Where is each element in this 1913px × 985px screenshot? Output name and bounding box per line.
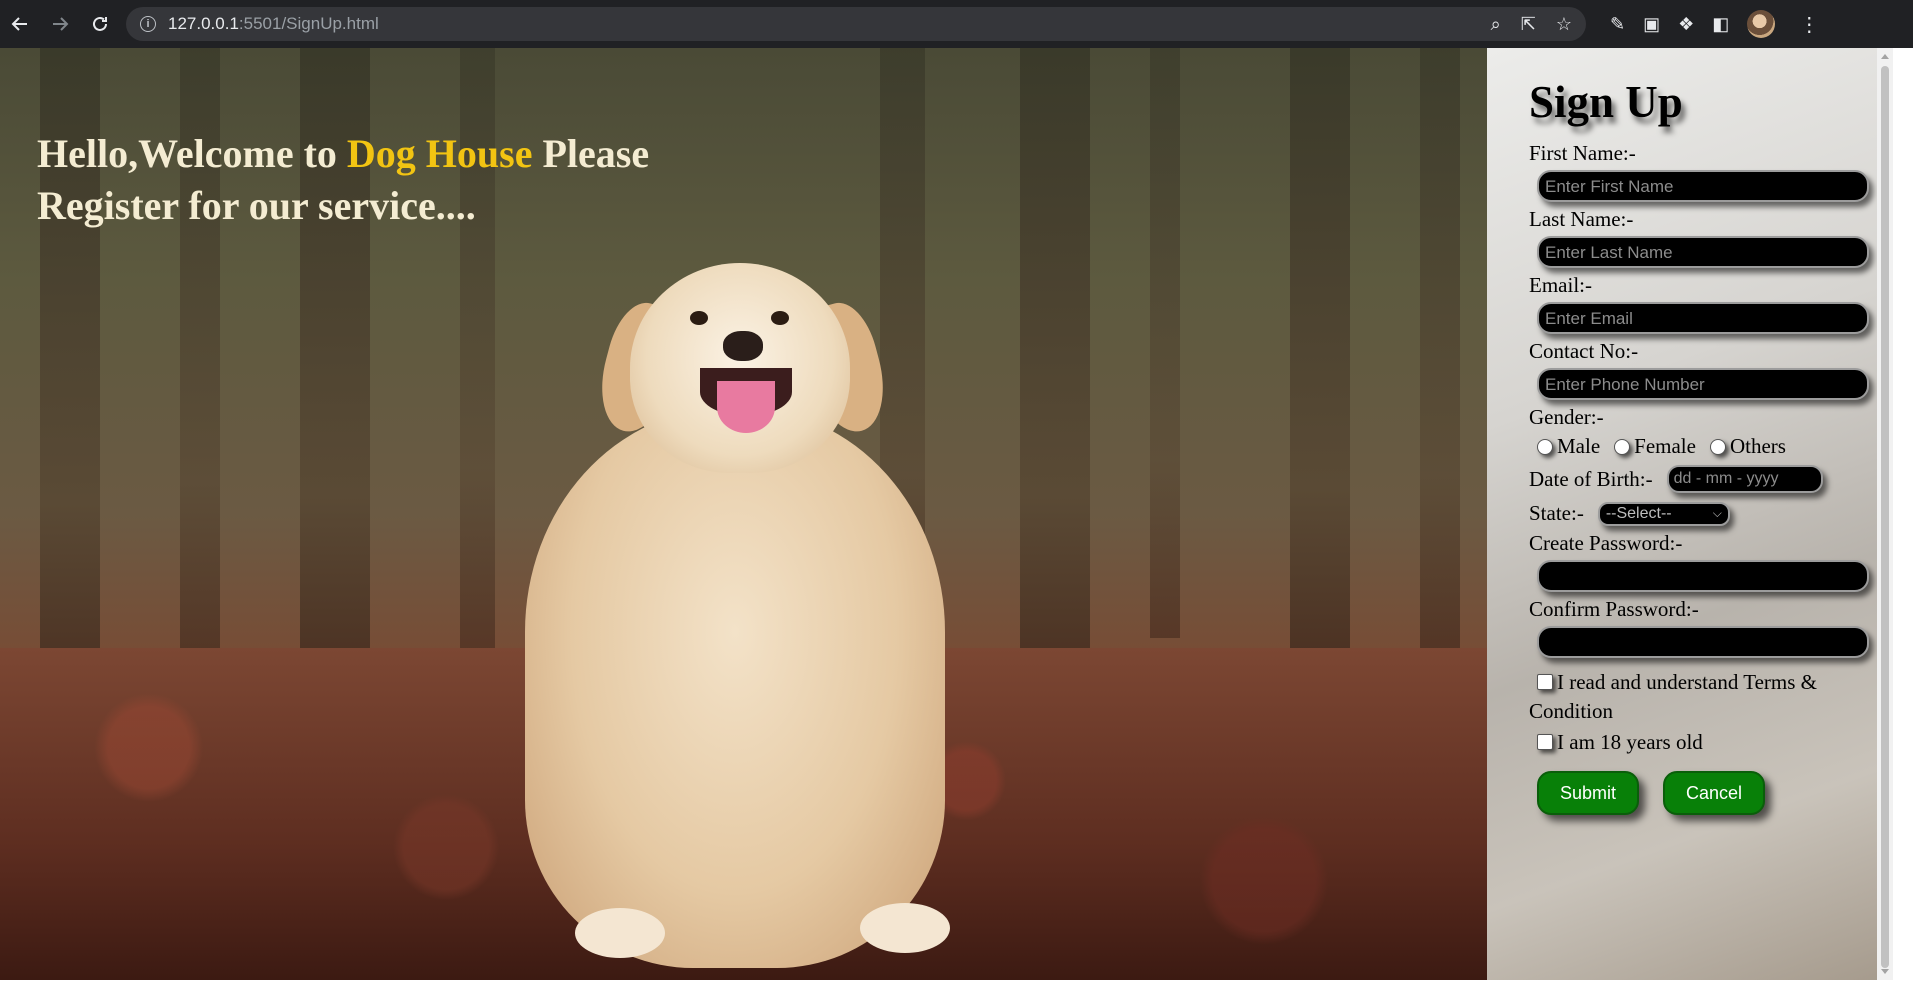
url-path: :5501/SignUp.html: [238, 14, 379, 33]
browser-toolbar: i 127.0.0.1:5501/SignUp.html ⌕ ⇱ ☆ ✎ ▣ ❖…: [0, 0, 1913, 48]
terms-text: I read and understand Terms & Condition: [1529, 670, 1817, 723]
confirm-password-label: Confirm Password:-: [1529, 597, 1699, 621]
back-button[interactable]: [0, 4, 40, 44]
terms-checkbox[interactable]: [1537, 674, 1553, 690]
email-label: Email:-: [1529, 273, 1592, 297]
signup-form: Sign Up First Name:- Enter First Name La…: [1487, 48, 1893, 980]
dog-eye-left: [690, 311, 708, 325]
gender-female-label: Female: [1634, 434, 1696, 458]
age-checkbox[interactable]: [1537, 734, 1553, 750]
first-name-input[interactable]: Enter First Name: [1537, 170, 1869, 202]
arrow-right-icon: [53, 17, 69, 31]
dog-body: [525, 408, 945, 968]
age-text: I am 18 years old: [1557, 730, 1703, 754]
terms-row: I read and understand Terms & Condition: [1529, 668, 1859, 726]
state-select[interactable]: --Select-- ⌵: [1597, 501, 1730, 526]
create-password-input[interactable]: [1537, 560, 1869, 592]
welcome-heading: Hello,Welcome to Dog House Please Regist…: [37, 128, 757, 232]
form-title: Sign Up: [1529, 77, 1683, 127]
age-row: I am 18 years old: [1529, 728, 1893, 757]
welcome-prefix: Hello,Welcome to: [37, 131, 347, 176]
dog-nose: [723, 331, 763, 361]
zoom-icon[interactable]: ⌕: [1491, 14, 1501, 35]
hero-image: Hello,Welcome to Dog House Please Regist…: [0, 48, 1487, 980]
dob-input[interactable]: dd - mm - yyyy: [1666, 465, 1823, 493]
extension-pen-icon[interactable]: ✎: [1610, 14, 1625, 35]
confirm-password-input[interactable]: [1537, 626, 1869, 658]
extension-whatsapp-icon[interactable]: ▣: [1643, 14, 1660, 35]
reload-button[interactable]: [80, 4, 120, 44]
state-selected-value: --Select--: [1605, 504, 1672, 522]
gender-option-others[interactable]: Others: [1709, 434, 1786, 459]
gender-others-label: Others: [1729, 434, 1786, 458]
forward-button[interactable]: [40, 4, 80, 44]
gender-option-male[interactable]: Male: [1537, 434, 1600, 459]
reload-icon: [93, 16, 107, 31]
extensions-puzzle-icon[interactable]: ❖: [1678, 14, 1694, 35]
contact-label: Contact No:-: [1529, 339, 1639, 363]
gender-options: Male Female Others: [1537, 434, 1893, 459]
dog-paw-right: [860, 903, 950, 953]
radio-female[interactable]: [1614, 438, 1631, 455]
last-name-input[interactable]: Enter Last Name: [1537, 236, 1869, 268]
page-scrollbar[interactable]: [1877, 48, 1893, 980]
dog-tongue: [717, 381, 775, 433]
dog-paw-left: [575, 908, 665, 958]
site-info-icon[interactable]: i: [140, 16, 156, 32]
gender-label: Gender:-: [1529, 405, 1604, 429]
address-bar[interactable]: i 127.0.0.1:5501/SignUp.html ⌕ ⇱ ☆: [126, 7, 1586, 41]
scroll-up-icon[interactable]: [1881, 54, 1889, 59]
url-host: 127.0.0.1: [168, 14, 239, 33]
last-name-label: Last Name:-: [1529, 207, 1634, 231]
radio-male[interactable]: [1537, 438, 1553, 455]
dog-eye-right: [771, 311, 789, 325]
gender-male-label: Male: [1557, 434, 1601, 458]
phone-input[interactable]: Enter Phone Number: [1537, 368, 1869, 400]
cancel-button[interactable]: Cancel: [1663, 771, 1765, 815]
menu-kebab-icon[interactable]: ⋮: [1799, 12, 1819, 37]
scrollbar-thumb[interactable]: [1881, 66, 1889, 968]
side-panel-icon[interactable]: ◧: [1712, 14, 1729, 35]
create-password-label: Create Password:-: [1529, 531, 1683, 555]
scroll-down-icon[interactable]: [1881, 969, 1889, 974]
bookmark-star-icon[interactable]: ☆: [1556, 14, 1572, 35]
signup-page: Hello,Welcome to Dog House Please Regist…: [0, 48, 1913, 980]
dob-label: Date of Birth:-: [1529, 466, 1653, 491]
form-actions: Submit Cancel: [1537, 771, 1893, 815]
profile-avatar[interactable]: [1747, 10, 1776, 38]
arrow-left-icon: [11, 17, 27, 31]
chevron-down-icon: ⌵: [1712, 506, 1722, 520]
radio-others[interactable]: [1709, 438, 1726, 455]
state-label: State:-: [1529, 501, 1584, 525]
gender-option-female[interactable]: Female: [1614, 434, 1696, 459]
share-icon[interactable]: ⇱: [1521, 14, 1536, 35]
brand-name: Dog House: [346, 131, 533, 176]
first-name-label: First Name:-: [1529, 141, 1636, 165]
submit-button[interactable]: Submit: [1537, 771, 1639, 815]
email-input[interactable]: Enter Email: [1537, 302, 1869, 334]
